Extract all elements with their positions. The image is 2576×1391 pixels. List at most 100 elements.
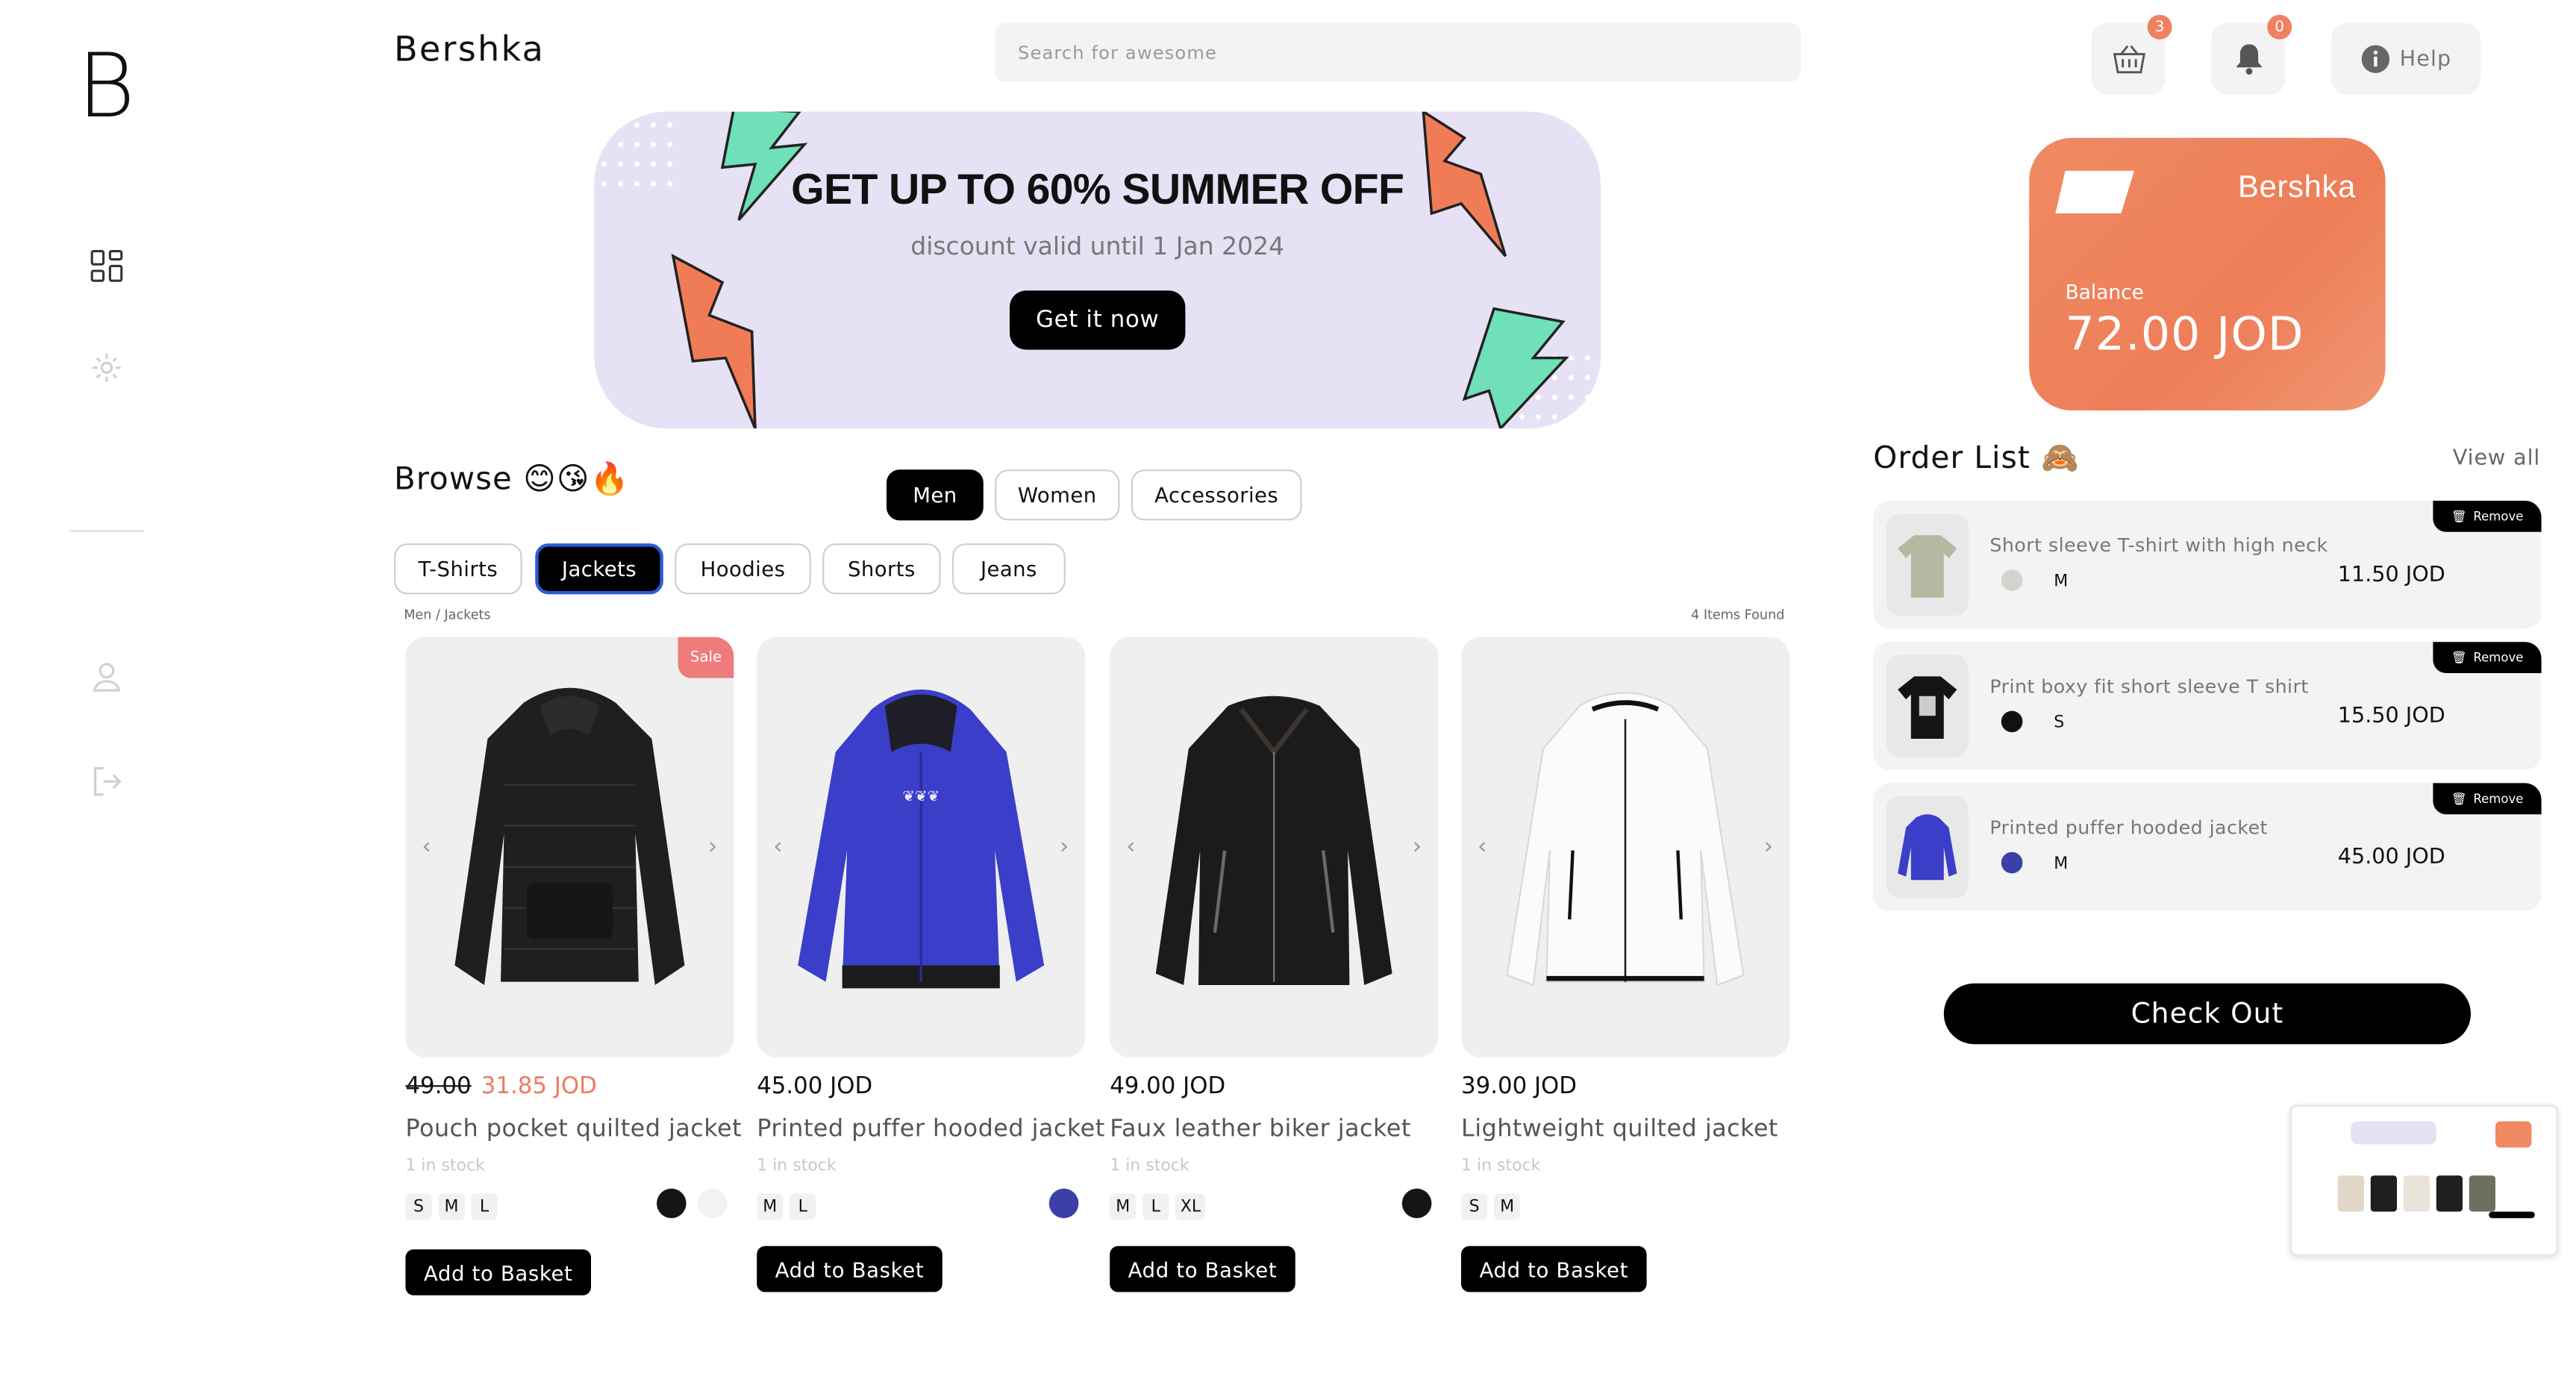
info-icon (2360, 45, 2389, 73)
cart-button[interactable]: 3 (2091, 14, 2172, 96)
product-image[interactable]: ‹ › (1110, 637, 1439, 1057)
dashboard-icon[interactable] (87, 246, 127, 286)
promo-banner: GET UP TO 60% SUMMER OFF discount valid … (594, 111, 1601, 429)
next-image-icon[interactable]: › (1764, 834, 1773, 860)
remove-button[interactable]: 🗑 Remove (2433, 642, 2542, 673)
items-found-count: 4 Items Found (1691, 607, 1785, 622)
trash-icon: 🗑 (2451, 509, 2467, 524)
category-hoodies[interactable]: Hoodies (675, 543, 811, 595)
get-it-now-button[interactable]: Get it now (1010, 290, 1186, 350)
wallet-brand: Bershka (2238, 170, 2356, 205)
logo[interactable]: B (77, 42, 135, 131)
trash-icon: 🗑 (2451, 791, 2467, 807)
banner-decoration (601, 111, 1590, 429)
product-card[interactable]: ‹ › 49.00 JOD Faux leather biker jacket … (1110, 637, 1439, 1292)
product-image[interactable]: ‹ › (1461, 637, 1789, 1057)
search-input[interactable] (995, 22, 1801, 82)
product-card[interactable]: Sale ‹ › 49.00 31.85 JOD Pouch pocket qui… (405, 637, 742, 1295)
checkout-button[interactable]: Check Out (1943, 983, 2471, 1045)
jacket-image (1898, 814, 1957, 881)
category-t-shirts[interactable]: T-Shirts (394, 543, 522, 595)
order-item-color (2001, 710, 2023, 733)
settings-icon[interactable] (87, 348, 127, 387)
order-item-name: Short sleeve T-shirt with high neck (1989, 534, 2328, 557)
product-name: Printed puffer hooded jacket (757, 1116, 1105, 1143)
color-swatch-white[interactable] (698, 1188, 728, 1219)
next-image-icon[interactable]: › (1413, 834, 1422, 860)
next-image-icon[interactable]: › (1060, 834, 1069, 860)
old-price: 49.00 (405, 1073, 472, 1100)
add-to-basket-button[interactable]: Add to Basket (757, 1245, 942, 1292)
tab-women[interactable]: Women (995, 469, 1120, 521)
size-option[interactable]: M (438, 1193, 465, 1220)
color-swatch-blue[interactable] (1048, 1188, 1079, 1219)
tab-accessories[interactable]: Accessories (1131, 469, 1302, 521)
wallet-card: Bershka Balance 72.00 JOD (2029, 137, 2386, 411)
order-item-thumbnail (1886, 654, 1969, 757)
product-image[interactable]: Sale ‹ › (405, 637, 734, 1057)
size-list: S M (1461, 1193, 1521, 1220)
remove-button[interactable]: 🗑 Remove (2433, 501, 2542, 532)
user-icon[interactable] (87, 657, 127, 696)
add-to-basket-button[interactable]: Add to Basket (1110, 1245, 1295, 1292)
svg-text:❦❦❦: ❦❦❦ (902, 788, 940, 805)
size-option[interactable]: L (471, 1193, 498, 1220)
product-price: 49.00 31.85 JOD (405, 1074, 596, 1100)
size-list: S M L (405, 1193, 498, 1220)
product-price: 39.00 JOD (1461, 1073, 1578, 1100)
size-option[interactable]: L (790, 1193, 816, 1220)
category-shorts[interactable]: Shorts (822, 543, 941, 595)
jacket-image (1506, 692, 1745, 987)
size-option[interactable]: S (405, 1193, 432, 1220)
prev-image-icon[interactable]: ‹ (422, 834, 431, 860)
size-option[interactable]: L (1142, 1193, 1169, 1220)
product-card[interactable]: ❦❦❦ ‹ › 45.00 JOD Printed puffer hooded … (757, 637, 1104, 1292)
help-button[interactable]: Help (2331, 22, 2481, 96)
product-price: 49.00 JOD (1110, 1073, 1226, 1100)
prev-image-icon[interactable]: ‹ (1126, 834, 1135, 860)
page-minimap[interactable] (2290, 1104, 2558, 1256)
view-all-link[interactable]: View all (2453, 446, 2540, 471)
order-item-size: S (2054, 714, 2065, 733)
notifications-count-badge: 0 (2267, 14, 2292, 40)
tab-men[interactable]: Men (887, 469, 984, 521)
logout-icon[interactable] (87, 762, 127, 801)
size-list: M L (757, 1193, 816, 1220)
add-to-basket-button[interactable]: Add to Basket (1461, 1245, 1647, 1292)
cart-count-badge: 3 (2147, 14, 2172, 40)
prev-image-icon[interactable]: ‹ (1478, 834, 1486, 860)
size-option[interactable]: S (1461, 1193, 1488, 1220)
notifications-button[interactable]: 0 (2211, 14, 2292, 96)
color-swatch-black[interactable] (657, 1188, 687, 1219)
remove-button[interactable]: 🗑 Remove (2433, 783, 2542, 815)
size-option[interactable]: M (1494, 1193, 1521, 1220)
prev-image-icon[interactable]: ‹ (773, 834, 782, 860)
jacket-image (454, 687, 685, 985)
order-item-name: Printed puffer hooded jacket (1989, 816, 2268, 840)
stock-status: 1 in stock (1110, 1157, 1189, 1176)
bell-icon (2235, 44, 2262, 75)
next-image-icon[interactable]: › (708, 834, 717, 860)
sale-price: 31.85 JOD (481, 1073, 597, 1100)
balance-label: Balance (2065, 281, 2144, 304)
stock-status: 1 in stock (1461, 1157, 1541, 1176)
add-to-basket-button[interactable]: Add to Basket (405, 1249, 591, 1295)
browse-title: Browse 😊😘🔥 (394, 461, 630, 498)
size-option[interactable]: XL (1175, 1193, 1206, 1220)
jacket-image (1155, 696, 1392, 985)
banner-title: GET UP TO 60% SUMMER OFF (791, 164, 1404, 213)
trash-icon: 🗑 (2451, 650, 2467, 665)
minimap-preview (2337, 1121, 2535, 1219)
size-option[interactable]: M (757, 1193, 784, 1220)
help-label: Help (2399, 46, 2452, 72)
basket-icon (2112, 45, 2145, 74)
size-option[interactable]: M (1110, 1193, 1137, 1220)
order-item-thumbnail (1886, 796, 1969, 898)
product-card[interactable]: ‹ › 39.00 JOD Lightweight quilted jacket… (1461, 637, 1789, 1292)
category-jeans[interactable]: Jeans (952, 543, 1066, 595)
product-image[interactable]: ❦❦❦ ‹ › (757, 637, 1086, 1057)
category-jackets[interactable]: Jackets (535, 543, 663, 595)
sidebar-divider (69, 530, 145, 532)
color-swatch-black[interactable] (1401, 1188, 1432, 1219)
remove-label: Remove (2473, 509, 2524, 524)
